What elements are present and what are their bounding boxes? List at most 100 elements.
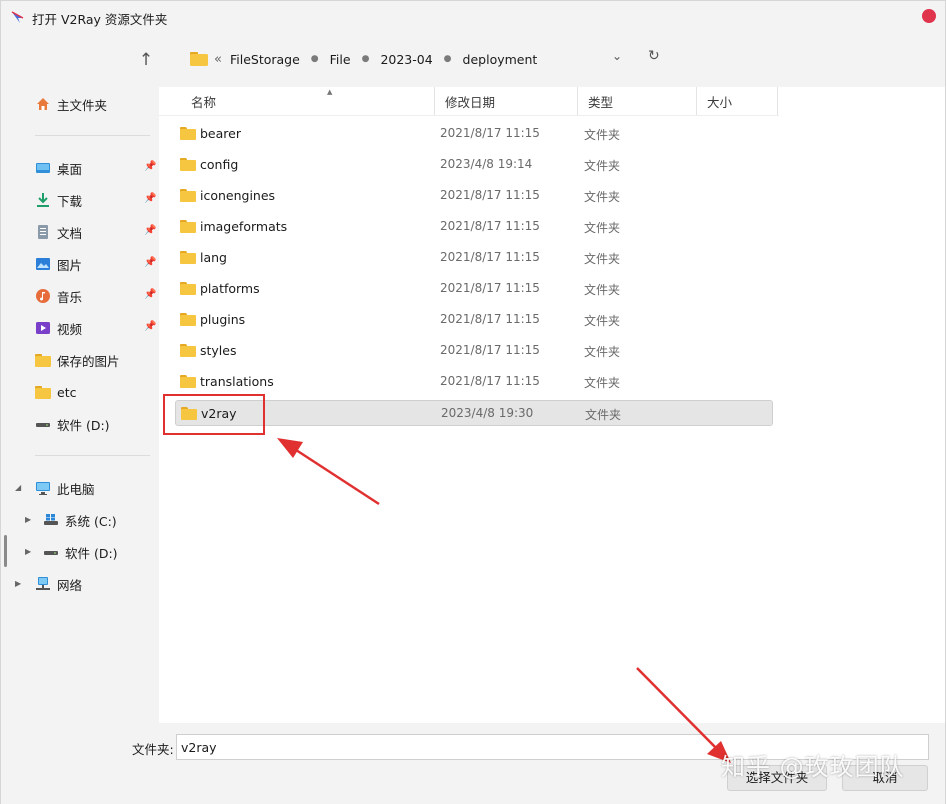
sidebar-item-pictures[interactable]: 图片 📌 [1,250,159,278]
file-name: bearer [200,126,241,141]
up-arrow-icon[interactable]: ↑ [135,49,157,71]
dialog-footer: 文件夹: 选择文件夹 取消 [1,723,945,804]
file-dialog-window: 打开 V2Ray 资源文件夹 ↑ « FileStorage ● File ● … [0,0,946,804]
folder-icon [180,375,196,388]
sidebar-item-label: 音乐 [57,289,83,305]
folder-icon [35,352,51,368]
column-header-label: 修改日期 [445,94,496,110]
table-row[interactable]: translations 2021/8/17 11:15 文件夹 [175,369,773,395]
breadcrumb-overflow-icon[interactable]: « [214,52,222,67]
table-row[interactable]: styles 2021/8/17 11:15 文件夹 [175,338,773,364]
video-icon [35,320,51,336]
breadcrumb-item-deployment[interactable]: deployment [463,52,538,67]
sidebar-item-label: 桌面 [57,161,83,177]
sidebar-item-label: 此电脑 [57,481,95,497]
pin-icon[interactable]: 📌 [144,257,156,269]
pin-icon[interactable]: 📌 [144,161,156,173]
breadcrumb-item-file[interactable]: File [330,52,351,67]
pin-icon[interactable]: 📌 [144,321,156,333]
sidebar-item-label: 文档 [57,225,83,241]
file-type: 文件夹 [584,128,621,142]
chevron-down-icon[interactable]: ⌄ [612,49,628,67]
sidebar-item-downloads[interactable]: 下载 📌 [1,186,159,214]
sort-ascending-icon: ▲ [327,88,333,96]
column-header-label: 名称 [191,94,217,110]
breadcrumb-item-2023-04[interactable]: 2023-04 [380,52,432,67]
file-type: 文件夹 [584,221,621,235]
table-row[interactable]: platforms 2021/8/17 11:15 文件夹 [175,276,773,302]
sidebar-item-drive-c[interactable]: 系统 (C:) [1,506,159,534]
file-date: 2021/8/17 11:15 [440,374,540,388]
sidebar-item-network[interactable]: 网络 [1,570,159,598]
computer-icon [35,480,51,496]
select-folder-button[interactable]: 选择文件夹 [727,765,827,791]
table-row[interactable]: iconengines 2021/8/17 11:15 文件夹 [175,183,773,209]
file-type: 文件夹 [584,159,621,173]
desktop-icon [35,160,51,176]
refresh-icon[interactable]: ↻ [648,48,666,68]
sidebar-item-drive-d[interactable]: 软件 (D:) [1,410,159,438]
window-title: 打开 V2Ray 资源文件夹 [32,12,168,27]
pin-icon[interactable]: 📌 [144,289,156,301]
file-name: config [200,157,239,172]
breadcrumb-separator-icon: ● [361,54,370,64]
sidebar: 主文件夹 桌面 📌 下载 📌 文档 📌 图片 📌 音乐 📌 视频 📌 保存的图片… [1,87,159,723]
sidebar-item-label: 主文件夹 [57,97,108,113]
table-row[interactable]: lang 2021/8/17 11:15 文件夹 [175,245,773,271]
folder-icon [180,127,196,140]
sidebar-item-label: 保存的图片 [57,353,120,369]
column-header-type[interactable]: 类型 [578,87,697,115]
breadcrumb-item-filestorage[interactable]: FileStorage [230,52,300,67]
sidebar-item-documents[interactable]: 文档 📌 [1,218,159,246]
table-row[interactable]: plugins 2021/8/17 11:15 文件夹 [175,307,773,333]
file-type: 文件夹 [584,376,621,390]
sidebar-item-this-pc[interactable]: 此电脑 [1,474,159,502]
column-header-label: 类型 [588,94,614,110]
sidebar-item-label: etc [57,384,77,400]
column-header-name[interactable]: 名称 ▲ [181,87,435,115]
file-date: 2023/4/8 19:14 [440,157,533,171]
folder-icon [180,220,196,233]
file-type: 文件夹 [584,252,621,266]
sidebar-item-label: 视频 [57,321,83,337]
file-name: styles [200,343,237,358]
column-header-size[interactable]: 大小 [697,87,778,115]
table-row[interactable]: bearer 2021/8/17 11:15 文件夹 [175,121,773,147]
folder-icon [180,251,196,264]
breadcrumb[interactable]: « FileStorage ● File ● 2023-04 ● deploym… [182,43,642,75]
file-date: 2021/8/17 11:15 [440,250,540,264]
close-button[interactable] [922,9,936,23]
folder-icon [190,52,208,66]
table-row[interactable]: config 2023/4/8 19:14 文件夹 [175,152,773,178]
drive-icon [43,544,59,560]
sidebar-item-etc[interactable]: etc [1,378,159,406]
windows-drive-icon [43,512,59,528]
table-row[interactable]: imageformats 2021/8/17 11:15 文件夹 [175,214,773,240]
sidebar-item-drive-d-tree[interactable]: 软件 (D:) [1,538,159,566]
file-date: 2023/4/8 19:30 [441,406,534,420]
title-bar: 打开 V2Ray 资源文件夹 [1,1,945,33]
folder-icon [180,189,196,202]
drive-icon [35,416,51,432]
file-date: 2021/8/17 11:15 [440,219,540,233]
pin-icon[interactable]: 📌 [144,193,156,205]
cancel-button[interactable]: 取消 [842,765,928,791]
file-name: lang [200,250,227,265]
file-type: 文件夹 [584,314,621,328]
sidebar-item-saved-pictures[interactable]: 保存的图片 [1,346,159,374]
v2ray-app-icon [11,11,24,23]
navigation-bar: ↑ « FileStorage ● File ● 2023-04 ● deplo… [1,33,945,87]
sidebar-item-desktop[interactable]: 桌面 📌 [1,154,159,182]
sidebar-item-music[interactable]: 音乐 📌 [1,282,159,310]
sidebar-item-home[interactable]: 主文件夹 [1,90,159,118]
sidebar-scrollbar[interactable] [4,535,7,567]
file-list: 名称 ▲ 修改日期 类型 大小 bearer 2021/8/17 11:15 文… [159,87,945,723]
breadcrumb-separator-icon: ● [310,54,319,64]
pin-icon[interactable]: 📌 [144,225,156,237]
folder-icon [35,384,51,400]
column-header-date[interactable]: 修改日期 [435,87,578,115]
pictures-icon [35,256,51,272]
sidebar-item-label: 软件 (D:) [65,545,118,561]
sidebar-item-videos[interactable]: 视频 📌 [1,314,159,342]
folder-name-input[interactable] [176,734,929,760]
